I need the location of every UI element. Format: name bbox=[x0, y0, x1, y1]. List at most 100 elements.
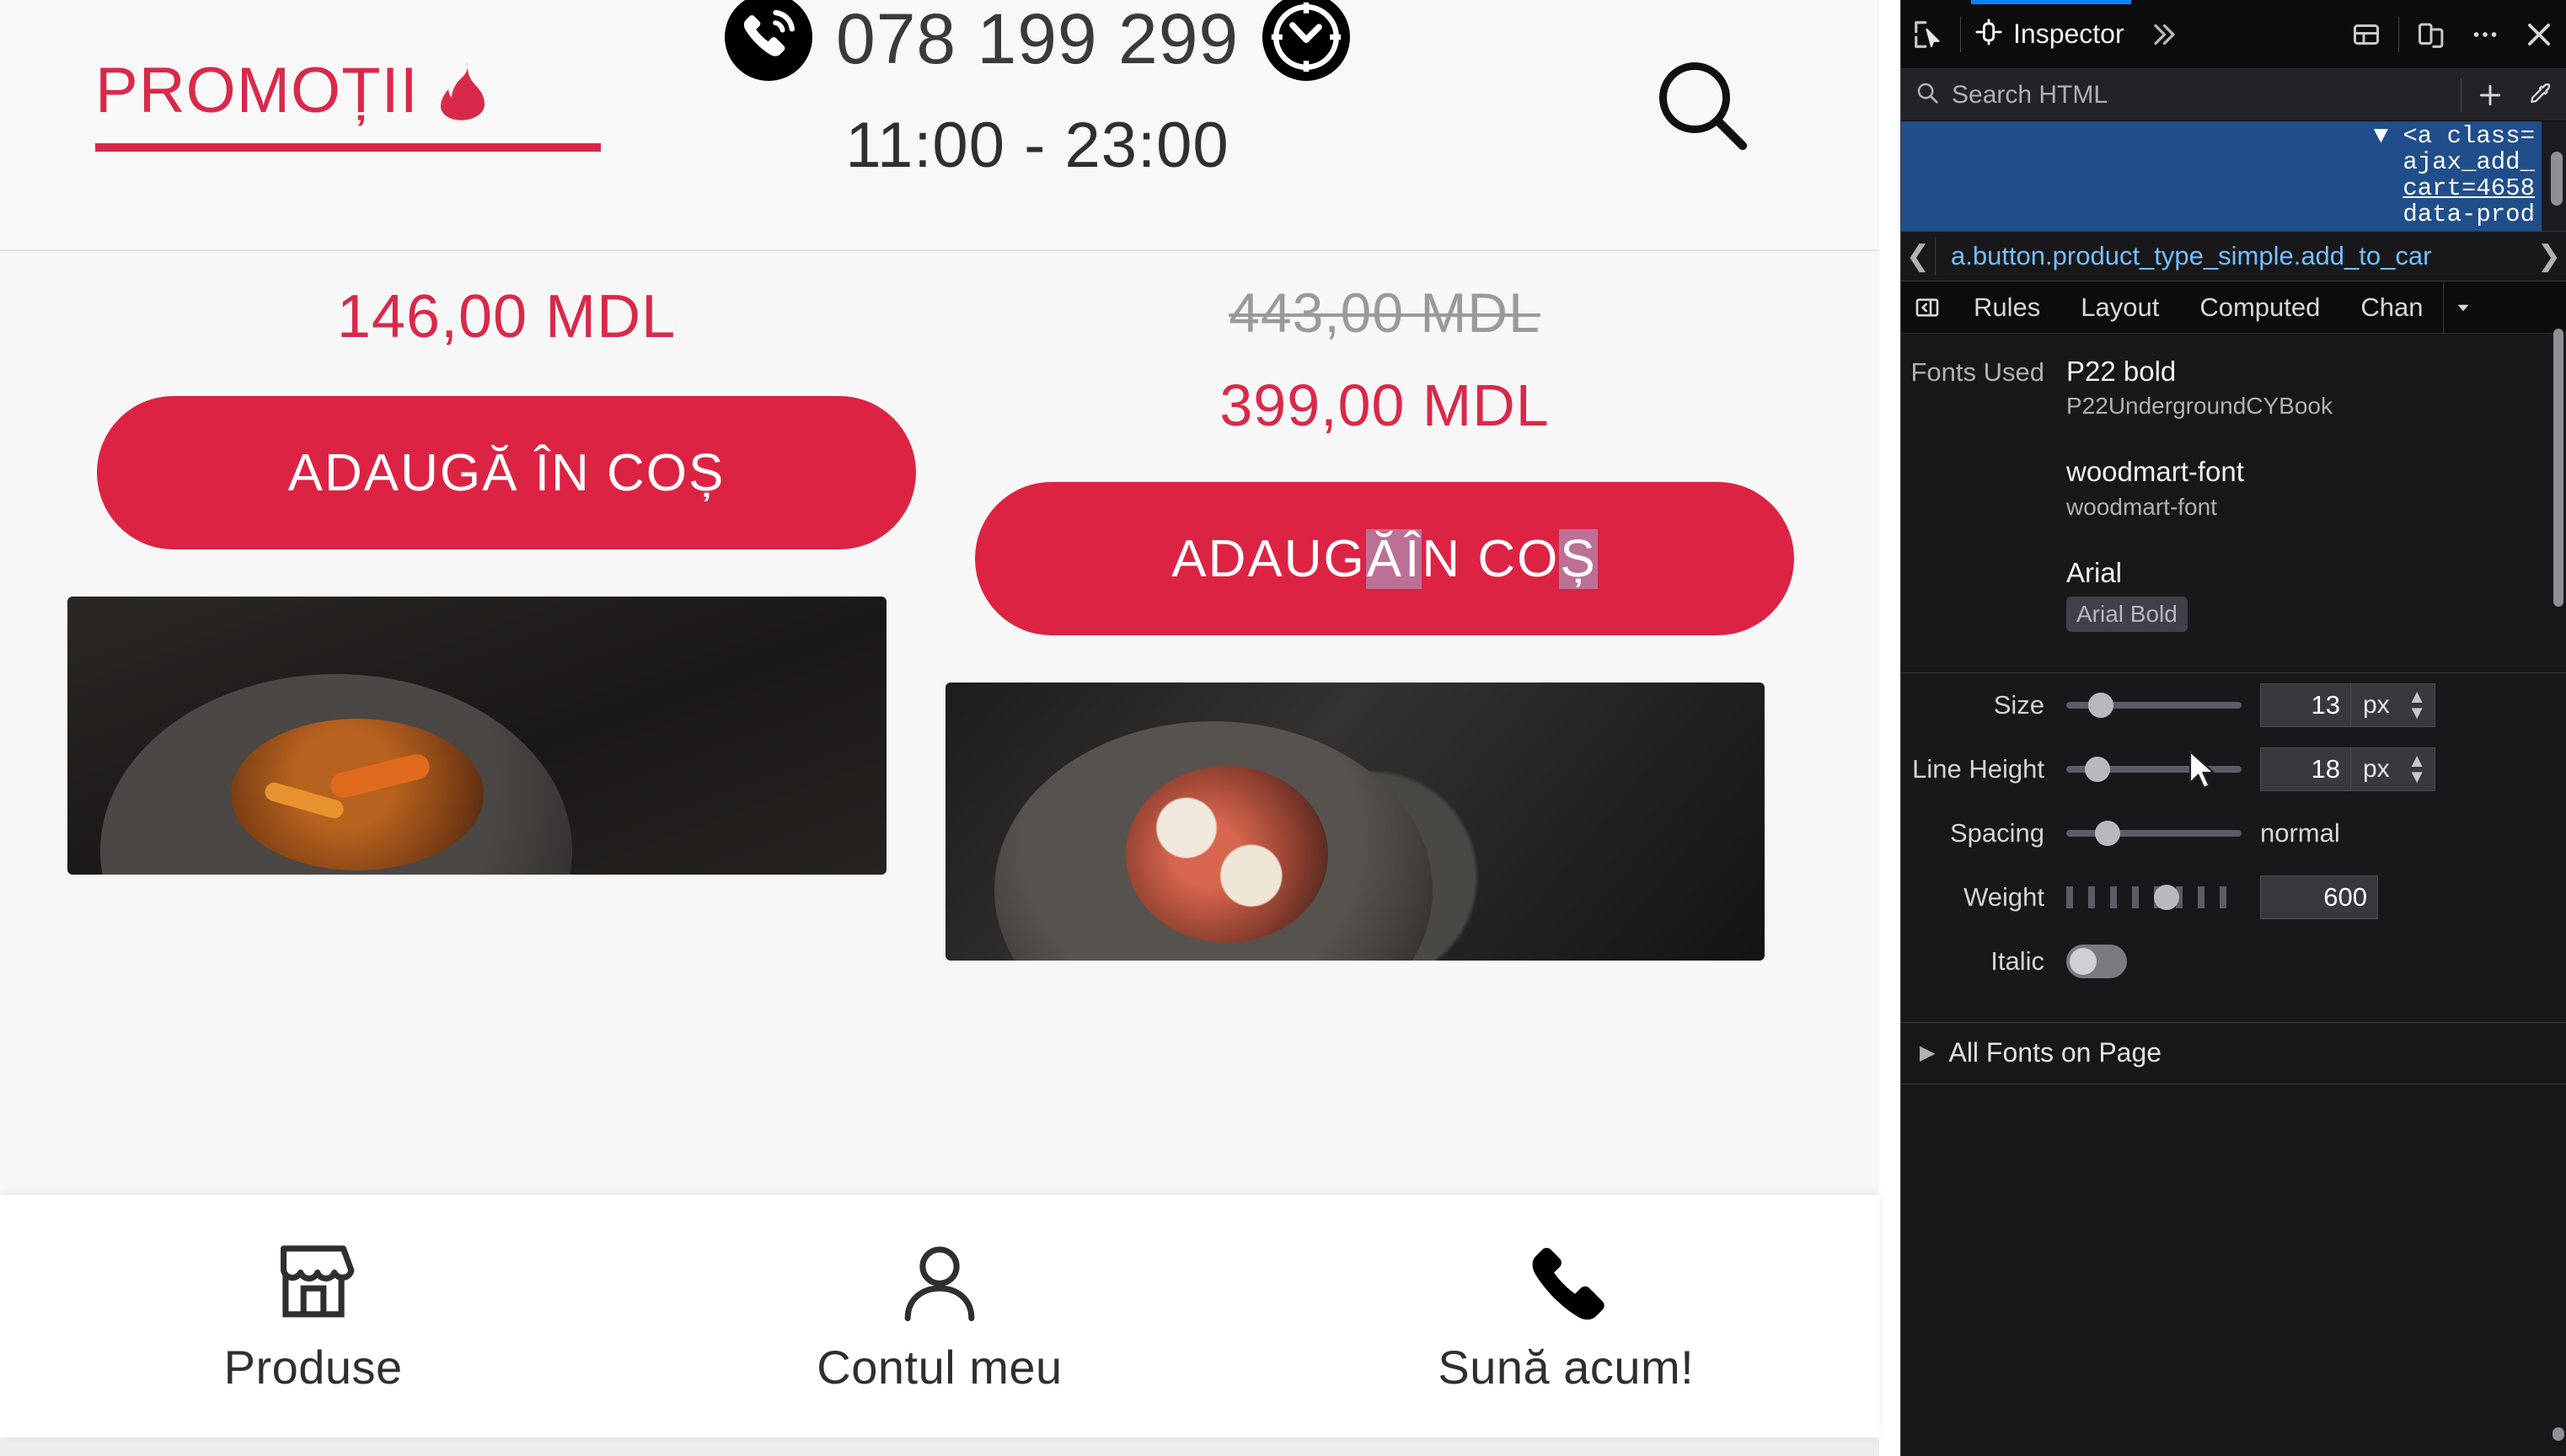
more-options-icon[interactable] bbox=[2458, 0, 2512, 69]
nav-item-suna-acum[interactable]: Sună acum! bbox=[1253, 1195, 1879, 1437]
spinner-icon: ▲ ▼ bbox=[2408, 686, 2426, 723]
font-size-row: Size 13 px ▲ ▼ bbox=[1901, 673, 2566, 737]
atc-text-part: ADAUG bbox=[1171, 529, 1366, 588]
product-image[interactable] bbox=[946, 682, 1765, 961]
tab-changes[interactable]: Chan bbox=[2340, 281, 2443, 334]
font-name: woodmart-font bbox=[2066, 456, 2244, 488]
product-image[interactable] bbox=[67, 597, 887, 875]
markup-selected-node[interactable]: ▼ <a class= ajax_add_ cart=4658 data-prod bbox=[1901, 121, 2542, 231]
atc-fallback-glyph: Î bbox=[1404, 528, 1422, 589]
font-entry[interactable]: woodmart-font woodmart-font bbox=[2066, 454, 2566, 524]
toolbar-divider bbox=[1960, 16, 1961, 52]
letter-spacing-label: Spacing bbox=[1949, 817, 2044, 848]
eyedropper-icon[interactable] bbox=[2515, 69, 2566, 121]
chevrons-right-icon[interactable] bbox=[2136, 0, 2190, 69]
font-size-slider[interactable] bbox=[2066, 691, 2242, 720]
letter-spacing-slider[interactable] bbox=[2066, 819, 2242, 848]
font-entry[interactable]: P22 bold P22UndergroundCYBook bbox=[2066, 354, 2566, 424]
breadcrumb: ❮ a.button.product_type_simple.add_to_ca… bbox=[1901, 231, 2566, 281]
element-picker-icon[interactable] bbox=[1901, 0, 1955, 69]
letter-spacing-row: Spacing normal bbox=[1901, 801, 2566, 865]
tab-inspector[interactable]: Inspector bbox=[1966, 0, 2136, 69]
line-height-input[interactable]: 18 bbox=[2260, 747, 2351, 791]
header-phone-number[interactable]: 078 199 299 bbox=[836, 2, 1239, 76]
font-weight-row: Weight 600 bbox=[1901, 865, 2566, 929]
fonts-panel: Fonts Used P22 bold P22UndergroundCYBook… bbox=[1901, 334, 2566, 1456]
toolbar-divider bbox=[2398, 16, 2399, 52]
product-price: 146,00 MDL bbox=[336, 283, 677, 351]
font-weight-slider[interactable] bbox=[2066, 883, 2242, 912]
phone-circle-icon bbox=[725, 0, 812, 85]
font-size-input[interactable]: 13 bbox=[2260, 682, 2351, 727]
search-input[interactable] bbox=[1940, 80, 2457, 110]
font-size-unit-select[interactable]: px ▲ ▼ bbox=[2351, 682, 2435, 727]
font-family-name: P22UndergroundCYBook bbox=[2066, 393, 2333, 420]
font-size-label: Size bbox=[1993, 689, 2044, 720]
promotions-heading: PROMOȚII bbox=[95, 59, 601, 152]
search-divider bbox=[2461, 78, 2462, 112]
markup-vertical-scrollbar[interactable] bbox=[2551, 152, 2563, 206]
nav-item-contul-meu[interactable]: Contul meu bbox=[626, 1195, 1252, 1437]
all-fonts-on-page-section[interactable]: ▶ All Fonts on Page bbox=[1901, 1021, 2566, 1084]
site-header: PROMOȚII 078 199 299 11:00 - 23:00 bbox=[0, 0, 1879, 251]
font-weight-input[interactable]: 600 bbox=[2260, 875, 2378, 919]
shop-icon bbox=[268, 1239, 359, 1326]
split-console-icon[interactable] bbox=[2339, 0, 2393, 69]
add-to-cart-button[interactable]: ADAUGĂ ÎN COȘ bbox=[97, 396, 916, 549]
font-name: P22 bold bbox=[2066, 356, 2177, 387]
font-weight-label: Weight bbox=[1963, 881, 2044, 912]
devtools-scrollbar[interactable] bbox=[2553, 329, 2563, 607]
line-height-row: Line Height 18 px ▲ ▼ bbox=[1901, 737, 2566, 801]
line-height-label: Line Height bbox=[1912, 753, 2044, 784]
page-bottom-strip bbox=[0, 1437, 1879, 1456]
atc-fallback-glyph: Ă bbox=[1365, 528, 1405, 589]
italic-toggle[interactable] bbox=[2066, 944, 2127, 978]
line-height-unit-select[interactable]: px ▲ ▼ bbox=[2351, 747, 2435, 791]
atc-text-part: N CO bbox=[1422, 529, 1560, 588]
tab-layout[interactable]: Layout bbox=[2060, 281, 2179, 334]
nav-item-produse[interactable]: Produse bbox=[0, 1195, 626, 1437]
product-old-price: 443,00 MDL bbox=[1229, 281, 1540, 344]
toggle-sidebar-icon[interactable] bbox=[1901, 281, 1953, 334]
unit-label: px bbox=[2363, 690, 2390, 719]
nav-label: Contul meu bbox=[817, 1340, 1063, 1394]
product-card: 443,00 MDL 399,00 MDL ADAUG Ă ÎN CO Ș bbox=[946, 251, 1824, 1104]
html-search-bar bbox=[1901, 69, 2566, 121]
fonts-used-section: Fonts Used P22 bold P22UndergroundCYBook… bbox=[1901, 334, 2566, 662]
chevron-left-icon[interactable]: ❮ bbox=[1901, 231, 1935, 281]
chevron-down-icon[interactable] bbox=[2443, 281, 2482, 334]
add-to-cart-button[interactable]: ADAUGĂ ÎN COȘ bbox=[975, 482, 1794, 635]
font-family-name: woodmart-font bbox=[2066, 493, 2217, 520]
responsive-design-mode-icon[interactable] bbox=[2404, 0, 2458, 69]
font-style-chip[interactable]: Arial Bold bbox=[2066, 596, 2188, 632]
breadcrumb-item[interactable]: a.button.product_type_simple.add_to_car bbox=[1936, 241, 2532, 271]
markup-node-line: ▼ <a class= bbox=[2373, 122, 2535, 150]
markup-view: ▼ <a class= ajax_add_ cart=4658 data-prod bbox=[1901, 121, 2566, 231]
bottom-navigation: Produse Contul meu Sună acum! bbox=[0, 1195, 1879, 1437]
line-height-slider[interactable] bbox=[2066, 755, 2242, 784]
title-underline bbox=[95, 143, 601, 152]
spinner-icon: ▲ ▼ bbox=[2408, 750, 2426, 787]
all-fonts-label: All Fonts on Page bbox=[1948, 1037, 2162, 1068]
letter-spacing-value: normal bbox=[2260, 817, 2340, 848]
plus-icon[interactable] bbox=[2465, 69, 2515, 121]
font-italic-label: Italic bbox=[1990, 945, 2044, 976]
panel-scrollbar-thumb[interactable] bbox=[2553, 1427, 2564, 1441]
chevron-right-icon[interactable]: ❯ bbox=[2532, 231, 2566, 281]
tab-label: Inspector bbox=[2013, 19, 2124, 49]
tab-rules[interactable]: Rules bbox=[1953, 281, 2060, 334]
close-icon[interactable] bbox=[2512, 0, 2566, 69]
devtools-panel: Inspector Search HTML ▼ <a class= ajax_a… bbox=[1900, 0, 2566, 1456]
user-icon bbox=[894, 1239, 985, 1326]
font-name: Arial bbox=[2066, 556, 2123, 588]
font-entry[interactable]: Arial Arial Bold bbox=[2066, 555, 2566, 632]
search-icon[interactable] bbox=[1652, 55, 1753, 156]
fonts-used-label: Fonts Used bbox=[1910, 357, 2044, 387]
tab-computed[interactable]: Computed bbox=[2179, 281, 2340, 334]
clock-circle-icon bbox=[1262, 0, 1351, 85]
sidebar-tabs: Rules Layout Computed Chan bbox=[1901, 281, 2566, 334]
header-working-hours: 11:00 - 23:00 bbox=[845, 110, 1229, 181]
inspector-icon bbox=[1974, 18, 2003, 51]
header-contact: 078 199 299 11:00 - 23:00 bbox=[725, 0, 1351, 181]
page-right-gutter bbox=[1879, 0, 1900, 1456]
